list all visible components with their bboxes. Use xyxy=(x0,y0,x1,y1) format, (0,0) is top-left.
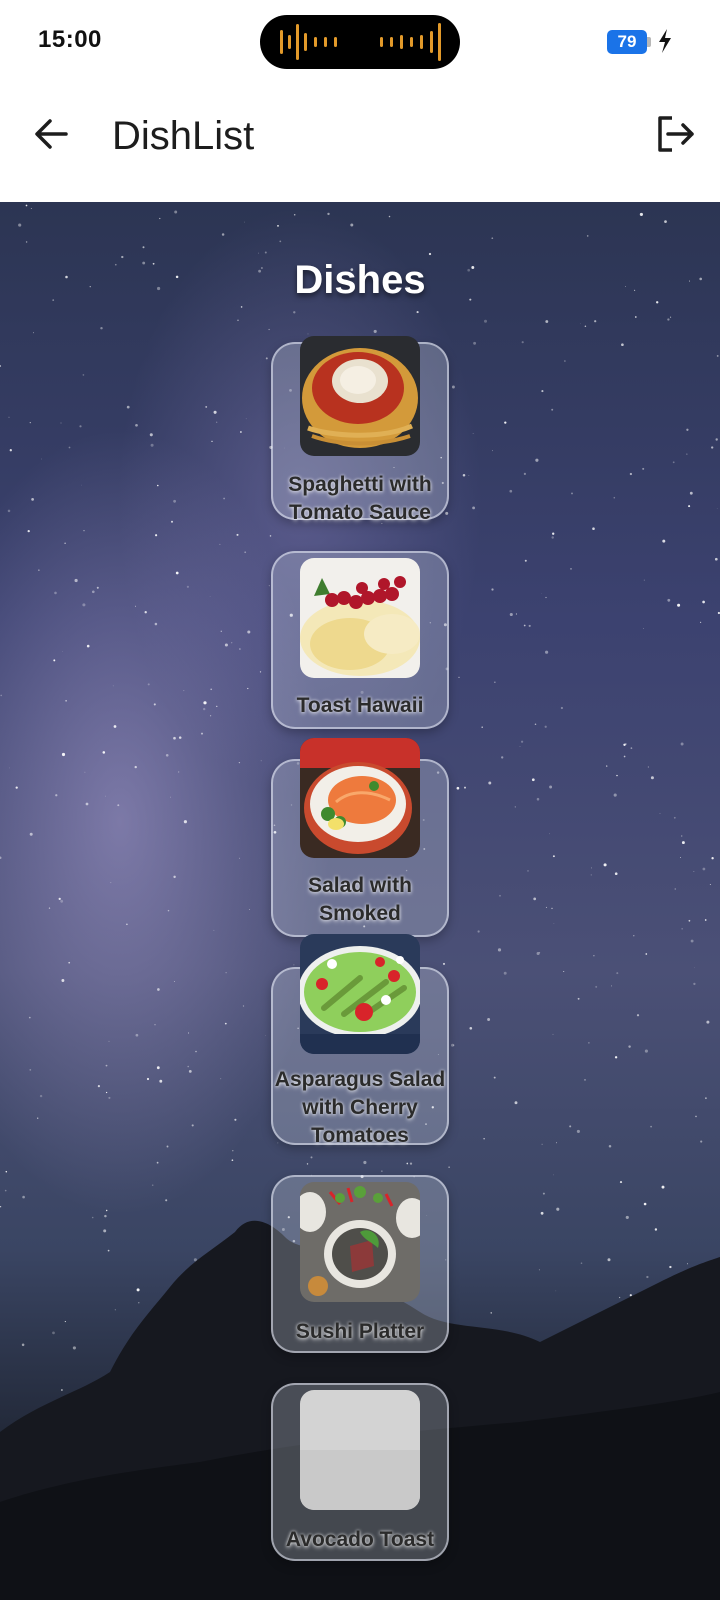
section-title: Dishes xyxy=(294,258,426,302)
sushi-platter-photo xyxy=(300,1182,420,1302)
charging-bolt-icon xyxy=(659,29,671,53)
salmon-salad-photo xyxy=(300,738,420,858)
back-arrow-icon[interactable] xyxy=(28,110,76,158)
status-bar: 15:00 79 xyxy=(0,0,720,84)
asparagus-salad-photo xyxy=(300,934,420,1054)
dish-name: Salad with Smoked xyxy=(308,874,412,925)
logout-icon[interactable] xyxy=(650,110,698,158)
dish-name: Sushi Platter xyxy=(295,1320,425,1343)
battery-icon: 79 xyxy=(607,30,651,54)
app-bar: DishList xyxy=(0,84,720,202)
dish-name: Avocado Toast xyxy=(285,1528,435,1551)
toast-hawaii-photo xyxy=(300,558,420,678)
placeholder-image xyxy=(300,1390,420,1510)
battery-level: 79 xyxy=(607,30,647,54)
dynamic-island-audio-wave xyxy=(260,15,460,69)
dish-name: Toast Hawaii xyxy=(296,694,424,717)
page-title: DishList xyxy=(112,114,255,158)
dish-name: Asparagus Salad with Cherry Tomatoes xyxy=(274,1068,446,1147)
status-time: 15:00 xyxy=(38,26,102,53)
dish-name: Spaghetti with Tomato Sauce xyxy=(288,473,432,524)
spaghetti-photo xyxy=(300,336,420,456)
